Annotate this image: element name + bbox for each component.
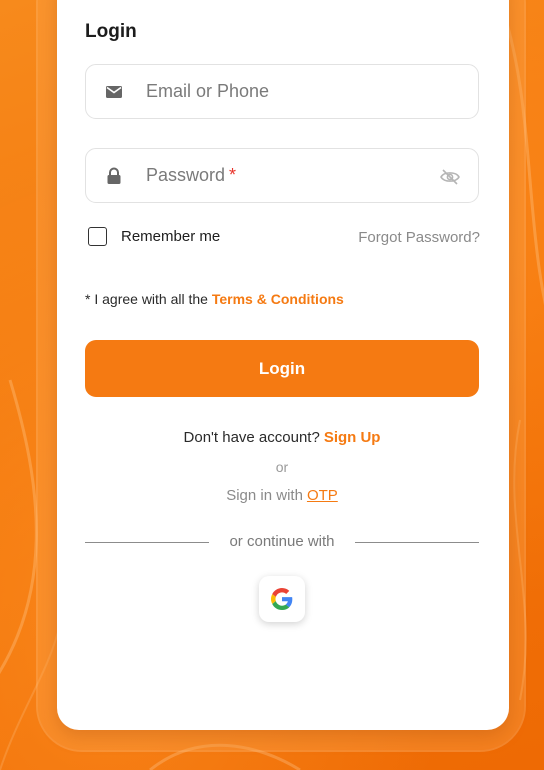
divider-line-right [355, 542, 479, 543]
password-placeholder: Password * [146, 165, 236, 186]
terms-prefix: * I agree with all the [85, 291, 208, 307]
signup-link[interactable]: Sign Up [324, 429, 381, 446]
signup-prompt: Don't have account? [183, 429, 320, 446]
eye-off-icon[interactable] [440, 168, 460, 186]
lock-icon [107, 167, 121, 184]
password-placeholder-text: Password [146, 165, 226, 185]
page-title: Login [85, 21, 137, 42]
continue-divider: or continue with [85, 533, 479, 551]
otp-prompt: Sign in with [226, 487, 303, 504]
terms-text: * I agree with all the Terms & Condition… [85, 291, 344, 307]
signup-row: Don't have account? Sign Up [0, 429, 544, 446]
remember-me[interactable]: Remember me [88, 227, 220, 246]
email-placeholder: Email or Phone [146, 81, 270, 101]
otp-row: Sign in with OTP [0, 487, 544, 504]
remember-checkbox[interactable] [88, 227, 107, 246]
login-button[interactable]: Login [85, 340, 479, 397]
remember-label: Remember me [121, 228, 221, 245]
envelope-icon [106, 86, 122, 98]
password-field[interactable]: Password * [85, 148, 479, 203]
or-separator: or [275, 459, 289, 475]
google-icon [271, 588, 293, 610]
email-field[interactable]: Email or Phone [85, 64, 479, 119]
terms-link[interactable]: Terms & Conditions [212, 291, 344, 307]
forgot-password-link[interactable]: Forgot Password? [358, 229, 480, 246]
google-login-button[interactable] [259, 576, 305, 622]
otp-link[interactable]: OTP [307, 487, 338, 504]
required-mark: * [229, 165, 237, 185]
